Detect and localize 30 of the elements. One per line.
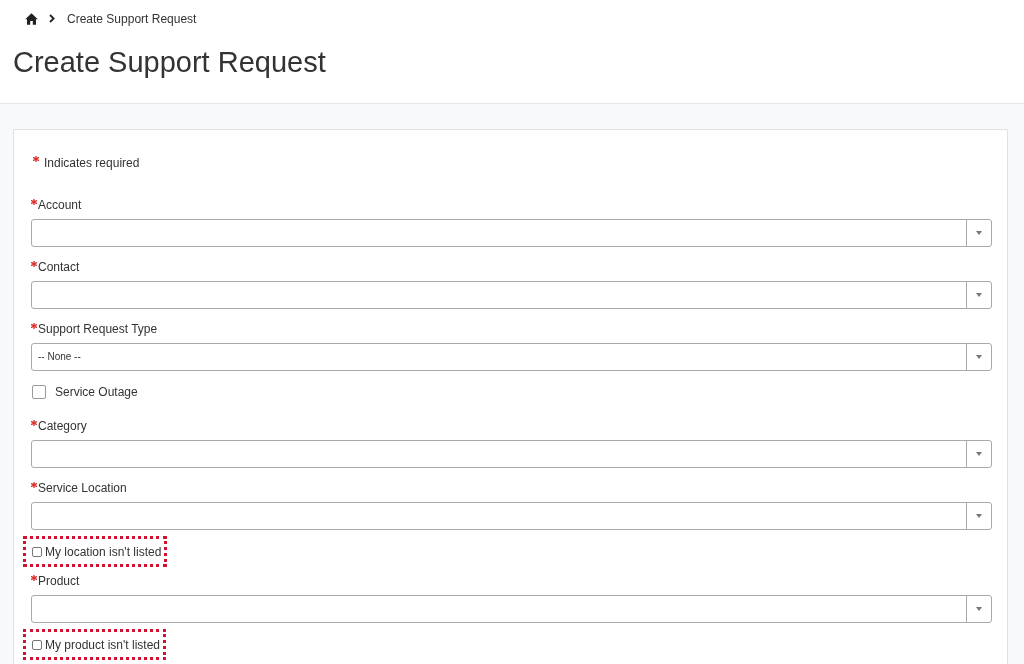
field-label: Product: [38, 573, 80, 589]
dropdown-field[interactable]: [31, 440, 992, 468]
chevron-right-icon: [49, 14, 55, 23]
field-label: Category: [38, 418, 87, 434]
dropdown-field[interactable]: [31, 502, 992, 530]
caret-icon: [976, 514, 982, 518]
field-label: Service Location: [38, 480, 127, 496]
home-icon[interactable]: [25, 12, 38, 25]
field-label: Support Request Type: [38, 321, 158, 337]
dropdown-field[interactable]: [31, 219, 992, 247]
page-title: Create Support Request: [13, 45, 327, 80]
checkbox-label: Service Outage: [55, 385, 138, 399]
caret-icon: [976, 452, 982, 456]
breadcrumb-current: Create Support Request: [67, 10, 197, 27]
dropdown-field[interactable]: [31, 281, 992, 309]
checkbox[interactable]: [32, 546, 42, 557]
required-legend: Indicates required: [44, 154, 140, 172]
required-asterisk-icon: [33, 156, 39, 162]
checkbox[interactable]: [32, 385, 46, 399]
checkbox-label: My location isn't listed: [45, 543, 162, 560]
checkbox-label: My product isn't listed: [45, 636, 160, 653]
caret-icon: [976, 355, 982, 359]
dropdown-field[interactable]: -- None --: [31, 343, 992, 371]
caret-icon: [976, 231, 982, 235]
field-label: Contact: [38, 259, 80, 275]
field-label: Account: [38, 197, 82, 213]
caret-icon: [976, 607, 982, 611]
caret-icon: [976, 293, 982, 297]
dropdown-field[interactable]: [31, 595, 992, 623]
checkbox[interactable]: [32, 639, 42, 650]
